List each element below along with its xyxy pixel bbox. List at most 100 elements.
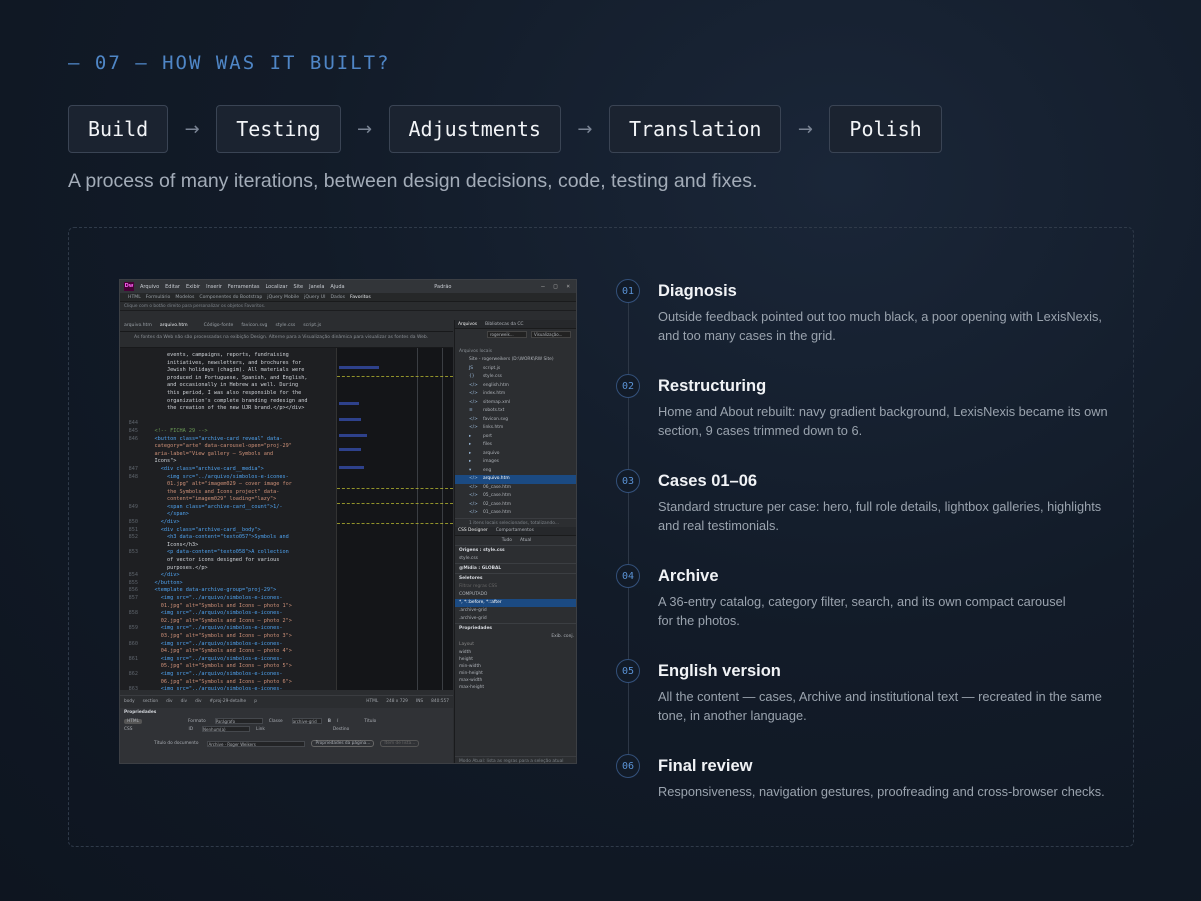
step-title: Restructuring	[658, 377, 767, 395]
code-text: the Symbols and Icons project" data-	[142, 488, 280, 495]
file-item: ≡ robots.txt	[455, 407, 576, 416]
code-editor: arquivo.htm arquivo.htm Código-fonte fav…	[120, 320, 453, 690]
file-item: </> 05_case.htm	[455, 492, 576, 501]
cursor-position: 840:557	[431, 699, 449, 704]
code-line: category="arte" data-carousel-open="proj…	[120, 443, 335, 451]
layout-properties: width height min-width min-height max-width m…	[455, 649, 576, 691]
file-item: </> links.htm	[455, 424, 576, 433]
live-link	[339, 418, 361, 421]
layout-label: Layout	[459, 641, 474, 647]
menu-item: Site	[293, 283, 304, 290]
file-name: arquivo.htm	[483, 476, 510, 481]
file-name: robots.txt	[483, 408, 505, 413]
css-property: max-height	[459, 684, 485, 690]
file-icon: </>	[469, 484, 478, 490]
side-panels: Arquivos Bibliotecas da CC rogerweik... …	[454, 320, 576, 763]
code-text: events, campaigns, reports, fundraising	[142, 352, 289, 358]
insert-tab: HTML	[128, 294, 141, 300]
line-number: 856	[128, 587, 138, 594]
line-number: 853	[128, 549, 138, 556]
code-text: </button>	[142, 579, 183, 586]
properties-header: Propriedades	[455, 622, 576, 633]
site-root: Site - rogerweikers (D:\WORK\RW Site)	[469, 357, 554, 362]
code-text: <img src="../arquivo/simbolos-e-icones-	[142, 670, 283, 677]
line-number	[120, 489, 142, 497]
behaviors-tab: Comportamentos	[495, 528, 534, 533]
line-number: 849	[128, 503, 138, 510]
line-number	[120, 633, 142, 641]
line-number: 863	[128, 686, 138, 690]
insert-tab: jQuery UI	[304, 294, 326, 300]
file-icon: </>	[469, 476, 478, 481]
file-item: </> 01_case.htm	[455, 509, 576, 518]
line-number: 858	[128, 610, 138, 617]
page-properties-button: Propriedades da página...	[311, 740, 375, 747]
file-icon: ▾	[469, 467, 472, 473]
code-line: 855 </button>	[120, 580, 335, 588]
code-text: <img src="../arquivo/simbolos-e-icones-	[142, 686, 283, 690]
bold-icon: B	[327, 718, 331, 724]
document-tab: arquivo.htm	[124, 323, 152, 328]
code-text: 03.jpg" alt="Symbols and Icons — photo 3…	[142, 632, 292, 639]
live-link	[339, 402, 359, 405]
menu-item: Inserir	[206, 283, 222, 290]
code-text: <button class="archive-card reveal" data…	[142, 435, 283, 442]
media-header: @Mídia : GLOBAL	[455, 562, 576, 573]
code-text: </span>	[142, 511, 189, 518]
code-text: <template data-archive-group="proj-29">	[142, 587, 277, 594]
code-line: 858 <img src="../arquivo/simbolos-e-icon…	[120, 610, 335, 618]
guide-line	[337, 503, 453, 504]
code-line: 851 <div class="archive-card__body">	[120, 527, 335, 535]
tag-crumb: div	[195, 699, 202, 704]
code-line: 06.jpg" alt="Symbols and Icons — photo 6…	[120, 679, 335, 687]
file-icon: </>	[469, 399, 478, 405]
code-text: this period, I was also responsible for …	[142, 389, 302, 396]
selectors-header: Seletores	[455, 572, 576, 583]
code-text: <h3 data-content="texto057">Symbols and	[142, 534, 289, 541]
line-number: 851	[128, 526, 138, 533]
file-item: </> sitemap.xml	[455, 399, 576, 408]
code-text: <img src="../arquivo/simbolos-e-icones-	[142, 610, 283, 617]
code-line: aria-label="View gallery — Symbols and	[120, 451, 335, 459]
code-line: 853 <p data-content="texto058">A collect…	[120, 549, 335, 557]
code-text: category="arte" data-carousel-open="proj…	[142, 443, 292, 450]
code-text: <div class="archive-card__body">	[142, 526, 261, 533]
process-steps: Build → Testing → Adjustments → Translat…	[68, 105, 942, 153]
step-description: Responsiveness, navigation gestures, pro…	[658, 784, 1105, 799]
line-number: 848	[128, 473, 138, 480]
tag-crumb: div	[180, 699, 188, 704]
code-line: 861 <img src="../arquivo/simbolos-e-icon…	[120, 656, 335, 664]
code-line: 849 <span class="archive-card__count">1/…	[120, 504, 335, 512]
guide-line	[337, 488, 453, 489]
code-text: aria-label="View gallery — Symbols and	[142, 450, 274, 457]
code-line: 04.jpg" alt="Symbols and Icons — photo 4…	[120, 648, 335, 656]
id-select: Nenhum(a)	[202, 726, 251, 732]
code-line: Icons</h3>	[120, 542, 335, 550]
code-line: initiatives, newsletters, and brochures …	[120, 360, 335, 368]
link-label: Link	[256, 726, 265, 732]
format-select: Parágrafo	[214, 718, 263, 724]
file-name: 05_case.htm	[483, 493, 512, 498]
title-label: Título	[364, 718, 377, 724]
code-line: the Symbols and Icons project" data-	[120, 489, 335, 497]
source-file: style.css	[459, 555, 478, 561]
code-text: </div>	[142, 519, 180, 526]
code-line: 01.jpg" alt="imagem029 — cover image for	[120, 481, 335, 489]
step-description: Outside feedback pointed out too much bl…	[658, 309, 1102, 343]
step-arrow: →	[797, 118, 813, 140]
file-name: sitemap.xml	[483, 399, 511, 405]
code-line: 862 <img src="../arquivo/simbolos-e-icon…	[120, 671, 335, 679]
current-tab: Atual	[519, 537, 532, 543]
code-text: 01.jpg" alt="imagem029 — cover image for	[142, 481, 292, 488]
insert-tab: Favoritos	[349, 294, 371, 300]
line-number: 844	[128, 420, 138, 427]
code-line: 848 <img src="../arquivo/simbolos-e-icon…	[120, 474, 335, 482]
code-line: of vector icons designed for various	[120, 557, 335, 565]
code-text: <span class="archive-card__count">1/-	[142, 503, 283, 510]
id-label: ID	[188, 726, 194, 732]
insert-tab: Modelos	[175, 294, 195, 300]
minimize-icon: –	[541, 283, 545, 290]
css-selector: COMPUTADO	[459, 591, 488, 597]
maximize-icon: □	[553, 283, 558, 290]
related-file: favicon.svg	[241, 323, 268, 328]
